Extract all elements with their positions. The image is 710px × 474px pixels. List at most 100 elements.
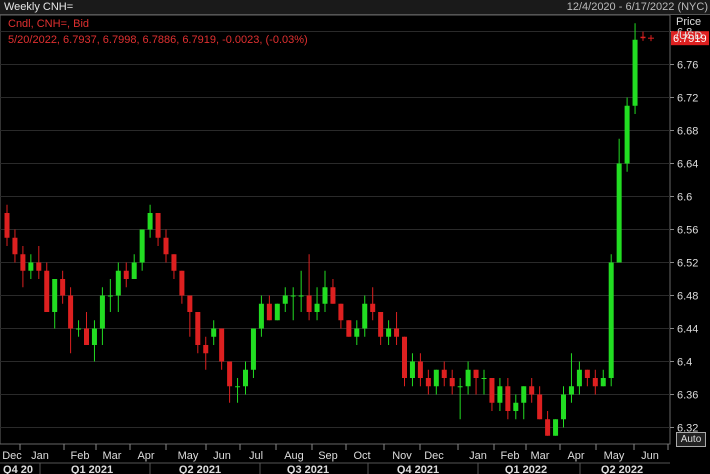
month-label: Feb <box>501 450 520 462</box>
candle-body <box>20 254 26 271</box>
candle <box>346 320 352 337</box>
candle-body <box>561 394 566 420</box>
candle-body <box>529 386 535 395</box>
legend-line-2: 5/20/2022, 6.7937, 6.7998, 6.7886, 6.791… <box>8 34 308 46</box>
candle-body <box>553 419 559 436</box>
candle-body <box>306 295 312 312</box>
candle-body <box>36 262 42 271</box>
month-label: Dec <box>2 450 22 462</box>
candle-body <box>338 303 344 321</box>
candle-body <box>346 320 352 337</box>
candle-body <box>632 39 638 106</box>
month-label: Feb <box>71 450 90 462</box>
y-tick-label: 6.36 <box>677 390 698 402</box>
candle-body <box>52 279 58 312</box>
candle-body <box>394 328 400 337</box>
candle-body <box>235 386 241 388</box>
y-axis: 6.326.366.46.446.486.526.566.66.646.686.… <box>670 27 709 435</box>
date-range: 12/4/2020 - 6/17/2022 (NYC) <box>566 1 708 13</box>
candle-body <box>417 361 423 378</box>
y-tick-label: 6.52 <box>677 258 698 270</box>
month-label: May <box>604 450 625 462</box>
month-label: Nov <box>392 450 412 462</box>
quarter-label: Q1 2022 <box>505 464 547 474</box>
candle-body <box>298 295 304 297</box>
candle-body <box>457 386 463 388</box>
candle-body <box>195 312 201 345</box>
candle-body <box>354 328 360 337</box>
month-label: Jul <box>249 450 263 462</box>
candle-body <box>4 213 10 238</box>
candle-body <box>219 328 225 362</box>
candle-body <box>60 279 66 296</box>
candle-body <box>521 386 527 403</box>
candle-body <box>409 361 415 378</box>
candle-body <box>433 369 439 387</box>
y-tick-label: 6.6 <box>677 192 692 204</box>
y-tick-label: 6.68 <box>677 126 698 138</box>
y-tick-label: 6.64 <box>677 159 698 171</box>
candle-body <box>489 378 495 403</box>
month-label: Oct <box>353 450 370 462</box>
candle-body <box>123 270 129 279</box>
x-axis: Dec Jan Feb Mar Apr May Jun Jul Aug Sep Oct Nov Dec J… <box>0 444 670 474</box>
candle-body <box>115 270 121 296</box>
candle-body <box>592 378 598 387</box>
candle-body <box>402 336 407 378</box>
month-label: Mar <box>103 450 122 462</box>
quarter-label: Q2 2021 <box>179 464 221 474</box>
candle-body <box>497 386 503 403</box>
month-label: Jun <box>641 450 659 462</box>
candle-body <box>608 262 614 378</box>
legend-line-1: Cndl, CNH=, Bid <box>8 18 89 30</box>
candle-body <box>44 270 50 312</box>
y-tick-label: 6.56 <box>677 225 698 237</box>
quarter-label: Q4 20 <box>3 464 33 474</box>
candle-body <box>258 303 264 329</box>
chart-title: Weekly CNH= <box>4 1 74 13</box>
candle-body <box>203 345 209 354</box>
candle-body <box>568 386 574 395</box>
candle-body <box>425 378 431 387</box>
candle-body <box>370 303 376 312</box>
candle <box>608 254 614 387</box>
candle-body <box>12 237 18 255</box>
month-label: Mar <box>531 450 550 462</box>
candle-body <box>584 369 590 378</box>
y-tick-label: 6.76 <box>677 60 698 72</box>
candle-body <box>473 369 479 378</box>
quarter-label: Q4 2021 <box>397 464 439 474</box>
candle-body <box>68 295 74 329</box>
month-label: Apr <box>137 450 154 462</box>
candle-body <box>155 213 161 238</box>
candle-body <box>282 295 288 304</box>
candle-body <box>171 254 177 271</box>
month-label: Aug <box>284 450 304 462</box>
candle-body <box>505 386 511 411</box>
auto-scale-button[interactable]: Auto <box>676 432 706 447</box>
month-label: May <box>178 450 199 462</box>
candle-body <box>91 328 97 345</box>
quarter-label: Q3 2021 <box>287 464 329 474</box>
candle-body <box>187 295 193 312</box>
candle-body <box>139 229 145 263</box>
candle <box>624 97 630 172</box>
candle-body <box>266 303 272 321</box>
candle-body <box>250 328 256 370</box>
candle-body <box>322 287 328 304</box>
candle-body <box>211 328 217 337</box>
candle-body <box>616 163 622 263</box>
chart-title-bar: Weekly CNH= 12/4/2020 - 6/17/2022 (NYC) <box>0 0 710 15</box>
price-axis-unit: /USD <box>676 30 702 42</box>
y-tick-label: 6.44 <box>677 324 698 336</box>
candle-body <box>481 378 487 379</box>
candle-body <box>600 378 606 387</box>
candlestick-chart: 6.326.366.46.446.486.526.566.66.646.686.… <box>0 15 709 474</box>
candle-body <box>449 378 455 387</box>
candle-body <box>76 328 82 330</box>
candle-body <box>513 402 519 411</box>
candle-body <box>179 270 185 296</box>
candle-body <box>314 303 320 312</box>
candle-body <box>227 361 233 387</box>
candle-body <box>441 369 447 378</box>
